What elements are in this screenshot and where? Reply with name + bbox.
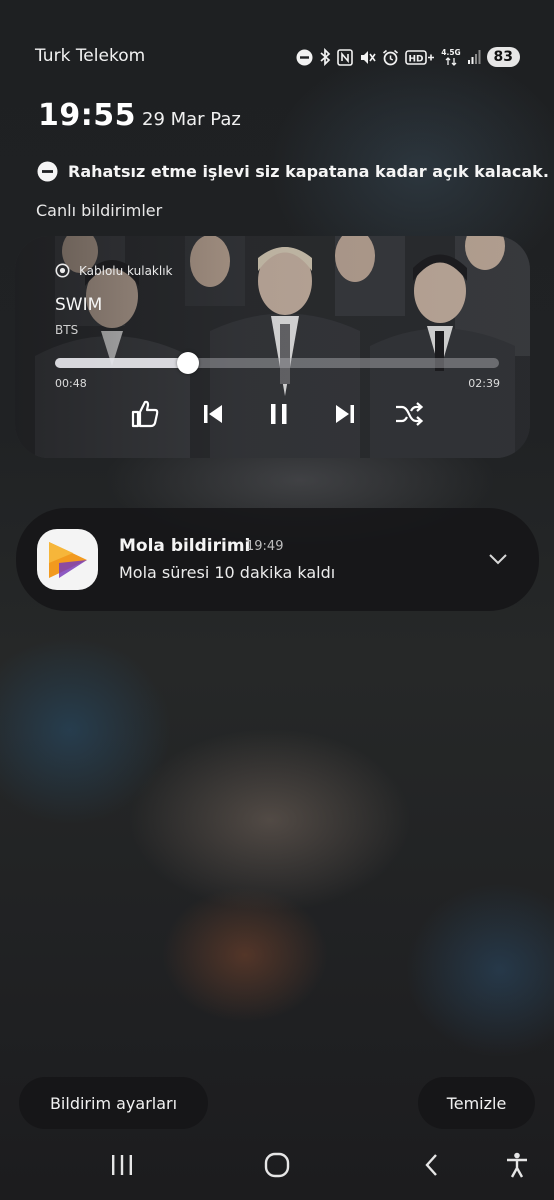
- notification-title: Mola bildirimi: [119, 536, 251, 556]
- clear-button[interactable]: Temizle: [418, 1077, 535, 1129]
- svg-text:HD: HD: [408, 54, 423, 64]
- shuffle-icon[interactable]: [391, 396, 427, 432]
- mute-icon: [359, 49, 376, 66]
- pause-icon[interactable]: [261, 396, 297, 432]
- network-type-label: 4.5G: [441, 48, 460, 57]
- notification-time: 19:49: [246, 539, 284, 554]
- previous-icon[interactable]: [195, 396, 231, 432]
- battery-icon: 83: [486, 47, 520, 67]
- bluetooth-icon: [319, 48, 331, 66]
- seek-bar-fill: [55, 358, 189, 368]
- dnd-icon: [296, 49, 313, 66]
- headphones-output-icon: [55, 263, 70, 278]
- back-icon[interactable]: [414, 1148, 450, 1182]
- seek-bar[interactable]: [55, 352, 499, 374]
- notification-card[interactable]: Mola bildirimi 19:49 Mola süresi 10 daki…: [16, 508, 539, 611]
- media-player-card[interactable]: Kablolu kulaklık SWIM BTS 00:48 02:39: [15, 236, 530, 458]
- song-title: SWIM: [55, 295, 103, 315]
- dnd-banner-text: Rahatsız etme işlevi siz kapatana kadar …: [68, 162, 549, 181]
- audio-output-label: Kablolu kulaklık: [79, 263, 173, 278]
- audio-output-row[interactable]: Kablolu kulaklık: [55, 263, 173, 278]
- clock-row[interactable]: 19:55 29 Mar Paz: [38, 98, 241, 133]
- dnd-banner[interactable]: Rahatsız etme işlevi siz kapatana kadar …: [37, 161, 549, 182]
- data-arrows-icon: 4.5G: [441, 47, 461, 67]
- notification-settings-button[interactable]: Bildirim ayarları: [19, 1077, 208, 1129]
- thumbs-up-icon[interactable]: [127, 396, 163, 432]
- hd-voice-icon: HD: [404, 49, 435, 66]
- next-icon[interactable]: [327, 396, 363, 432]
- clock-time[interactable]: 19:55: [38, 98, 136, 133]
- notification-body: Mola süresi 10 dakika kaldı: [119, 563, 336, 582]
- carrier-name: Turk Telekom: [35, 46, 146, 66]
- nfc-icon: [336, 48, 353, 66]
- play-triangle-icon: [37, 529, 98, 590]
- alarm-icon: [382, 49, 399, 66]
- accessibility-icon[interactable]: [499, 1148, 535, 1182]
- status-bar: Turk Telekom HD 4.5G 83: [0, 40, 554, 74]
- dnd-banner-icon: [37, 161, 58, 182]
- time-elapsed: 00:48: [55, 377, 87, 390]
- signal-icon: [467, 49, 481, 65]
- time-total: 02:39: [468, 377, 500, 390]
- clock-date[interactable]: 29 Mar Paz: [142, 109, 241, 130]
- media-controls: [127, 396, 427, 432]
- live-notifications-title: Canlı bildirimler: [36, 201, 163, 220]
- chevron-down-icon[interactable]: [485, 546, 511, 572]
- recents-icon[interactable]: [104, 1148, 140, 1182]
- navigation-bar: [0, 1140, 554, 1188]
- song-artist: BTS: [55, 323, 79, 337]
- home-icon[interactable]: [259, 1148, 295, 1182]
- status-icons: HD 4.5G 83: [296, 44, 520, 70]
